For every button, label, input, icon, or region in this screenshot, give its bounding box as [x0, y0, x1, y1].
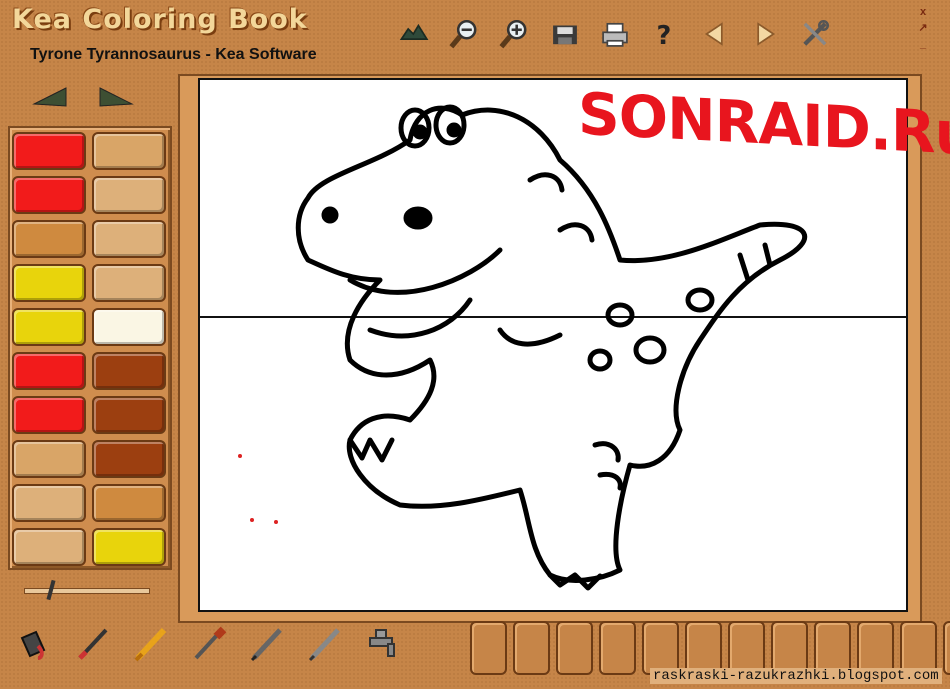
color-swatch[interactable] [12, 484, 86, 522]
pencil-icon [250, 628, 282, 662]
stamp-slot[interactable] [943, 621, 950, 675]
stamp-slot[interactable] [685, 621, 722, 675]
crayon-tool[interactable] [126, 620, 174, 668]
palette-nav [30, 82, 136, 112]
color-swatch[interactable] [92, 264, 166, 302]
zoom-in-button[interactable] [490, 14, 540, 54]
color-swatch[interactable] [92, 308, 166, 346]
crayon-icon [134, 627, 167, 662]
stamp-slot[interactable] [556, 621, 593, 675]
stamp-slot[interactable] [642, 621, 679, 675]
paint-bucket-icon [20, 630, 46, 660]
print-button[interactable] [590, 14, 640, 54]
minimize-button[interactable]: _ [917, 38, 929, 50]
help-icon: ? [657, 21, 672, 51]
brush-icon [78, 628, 108, 660]
color-swatch[interactable] [12, 396, 86, 434]
stamp-slot[interactable] [857, 621, 894, 675]
app-logo: Kea Coloring Book [12, 4, 308, 35]
svg-text:?: ? [657, 21, 672, 51]
color-swatch[interactable] [92, 484, 166, 522]
save-button[interactable] [540, 14, 590, 54]
faucet-icon [369, 629, 395, 657]
stamp-slot[interactable] [728, 621, 765, 675]
color-swatch[interactable] [92, 396, 166, 434]
save-icon [553, 25, 577, 45]
stamp-slot[interactable] [599, 621, 636, 675]
stamp-icon [399, 23, 429, 40]
dropper-tool[interactable] [184, 620, 232, 668]
color-swatch[interactable] [92, 176, 166, 214]
footer-site-url: raskraski-razukrazhki.blogspot.com [650, 668, 942, 684]
color-swatch[interactable] [12, 440, 86, 478]
zoom-in-icon [499, 19, 527, 49]
previous-icon [704, 22, 723, 46]
window-controls: x ↗ _ [917, 6, 929, 50]
next-icon [757, 22, 776, 46]
palette-prev-arrow-icon[interactable] [30, 82, 70, 112]
color-swatch[interactable] [12, 528, 86, 566]
color-swatch[interactable] [92, 220, 166, 258]
color-swatch[interactable] [12, 264, 86, 302]
brush-size-knob[interactable] [46, 579, 56, 601]
color-swatch[interactable] [92, 528, 166, 566]
marker-icon [308, 628, 340, 662]
color-swatch[interactable] [92, 440, 166, 478]
stamp-slots [470, 621, 950, 675]
pencil-tool[interactable] [242, 620, 290, 668]
stamp-slot[interactable] [470, 621, 507, 675]
marker-tool[interactable] [300, 620, 348, 668]
print-icon [602, 22, 628, 47]
stamp-slot[interactable] [513, 621, 550, 675]
close-button[interactable]: x [917, 6, 929, 18]
color-palette [8, 126, 172, 570]
zoom-out-icon [449, 19, 477, 49]
stamp-slot[interactable] [900, 621, 937, 675]
next-page-button[interactable] [740, 14, 790, 54]
color-swatch[interactable] [12, 176, 86, 214]
dropper-icon [194, 626, 227, 660]
stamp-button[interactable] [390, 14, 440, 54]
color-swatch[interactable] [12, 352, 86, 390]
previous-page-button[interactable] [690, 14, 740, 54]
color-swatch[interactable] [12, 220, 86, 258]
help-button[interactable]: ? [640, 14, 690, 54]
color-swatch[interactable] [92, 132, 166, 170]
stamp-slot[interactable] [771, 621, 808, 675]
restore-button[interactable]: ↗ [917, 22, 929, 34]
app-window: Kea Coloring Book Tyrone Tyrannosaurus -… [0, 0, 950, 689]
settings-icon [803, 19, 830, 46]
stamp-slot[interactable] [814, 621, 851, 675]
brush-tool[interactable] [68, 620, 116, 668]
color-swatch[interactable] [92, 352, 166, 390]
color-swatch[interactable] [12, 308, 86, 346]
color-swatch[interactable] [12, 132, 86, 170]
tyrannosaurus-drawing [238, 104, 807, 591]
settings-button[interactable] [790, 14, 840, 54]
document-title: Tyrone Tyrannosaurus - Kea Software [30, 46, 317, 63]
toolbar: ? [390, 14, 840, 54]
palette-next-arrow-icon[interactable] [96, 82, 136, 112]
paint-bucket-tool[interactable] [10, 620, 58, 668]
zoom-out-button[interactable] [440, 14, 490, 54]
brush-size-slider[interactable] [24, 579, 150, 601]
drawing-tools [10, 620, 406, 668]
drawing-canvas[interactable]: SONRAID.Ru [198, 78, 950, 612]
faucet-tool[interactable] [358, 620, 406, 668]
